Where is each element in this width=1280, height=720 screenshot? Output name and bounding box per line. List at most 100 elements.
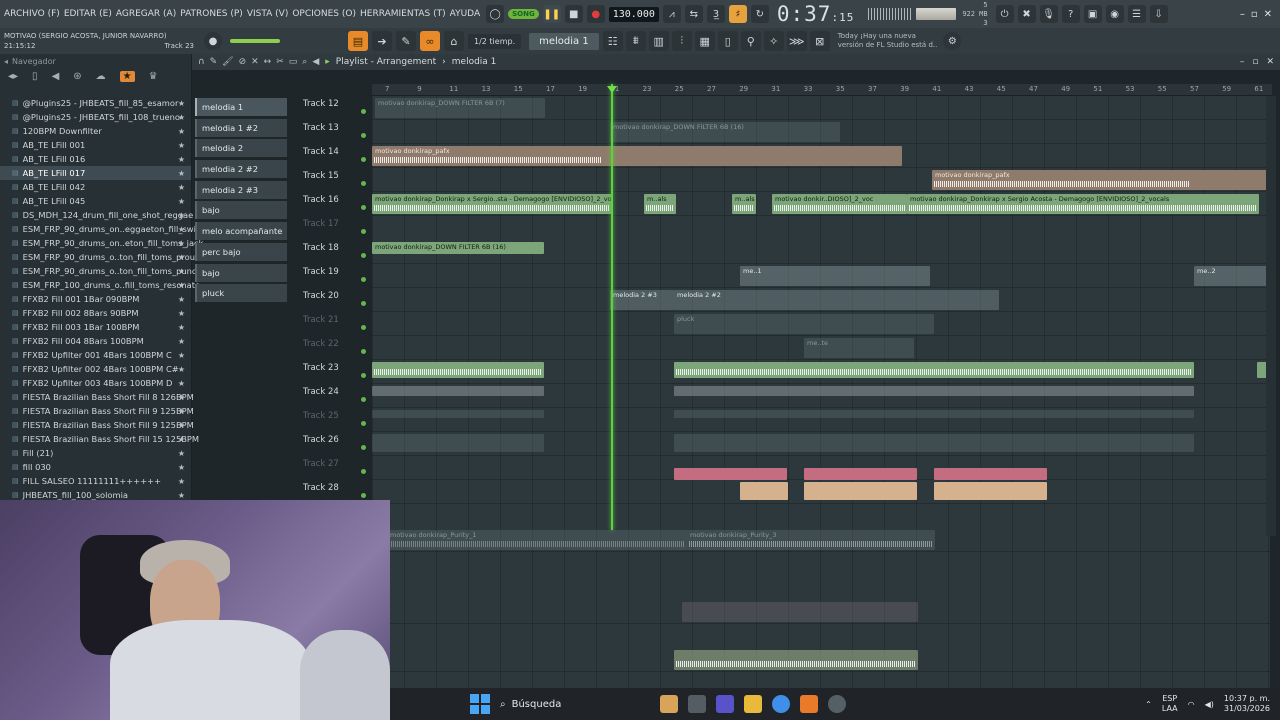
cloud-icon[interactable]: ☁ (96, 71, 106, 82)
channel-rack-icon[interactable]: ▥ (648, 31, 669, 51)
teams-icon[interactable] (716, 695, 734, 713)
camera-icon[interactable]: ◉ (1105, 5, 1124, 23)
task-view-icon[interactable] (688, 695, 706, 713)
pattern-picker-item[interactable]: melo acompañante (195, 222, 287, 241)
clip[interactable]: me..1 (740, 266, 930, 286)
track-enable-led[interactable] (361, 301, 366, 306)
track-header[interactable]: Track 18 (300, 240, 372, 264)
chrome-icon[interactable] (772, 695, 790, 713)
playhead[interactable] (611, 84, 613, 530)
power-icon[interactable]: ⏻ (995, 5, 1014, 23)
clip[interactable] (372, 410, 544, 418)
speaker-icon[interactable]: ◀ (52, 71, 60, 82)
browser-item[interactable]: ▤ @Plugins25 - JHBEATS_fill_108_trueno ★ (0, 110, 191, 124)
news-panel[interactable]: Today ¡Hay una nueva versión de FL Studi… (838, 32, 938, 50)
vertical-scrollbar[interactable] (1266, 96, 1276, 536)
track-enable-led[interactable] (361, 181, 366, 186)
arrow-icon[interactable]: ➔ (372, 31, 392, 51)
clip[interactable] (372, 434, 544, 452)
track-enable-led[interactable] (361, 445, 366, 450)
clip[interactable] (934, 482, 1047, 500)
track-header[interactable]: Track 26 (300, 432, 372, 456)
clip[interactable] (674, 468, 787, 480)
clip[interactable]: me..te (804, 338, 914, 358)
speaker-play-icon[interactable]: ◀ (312, 57, 319, 67)
pattern-selector[interactable]: melodia 1 (529, 32, 599, 50)
clip[interactable]: motivao donkirap_Donkirap x Sergio Acost… (907, 194, 1259, 214)
maximize-icon[interactable]: ▫ (1251, 9, 1258, 20)
track-enable-led[interactable] (361, 349, 366, 354)
track-header[interactable]: Track 15 (300, 168, 372, 192)
menu-patrones[interactable]: PATRONES (P) (180, 9, 243, 19)
metronome-icon[interactable]: ⩘ (662, 5, 681, 23)
menu-opciones[interactable]: OPCIONES (O) (292, 9, 356, 19)
mixer-icon[interactable]: ☷ (602, 31, 623, 51)
browser-item[interactable]: ▤ FIESTA Brazilian Bass Short Fill 9 125B… (0, 404, 194, 418)
browser-item[interactable]: ▤ AB_TE LFill 001 ★ (0, 138, 191, 152)
browser-item[interactable]: ▤ ESM_FRP_90_drums_on..eggaeton_fill_swin… (0, 222, 206, 236)
track-header[interactable]: Track 22 (300, 336, 372, 360)
track-enable-led[interactable] (361, 493, 366, 498)
clip[interactable] (804, 482, 917, 500)
minimize-icon[interactable]: – (1240, 9, 1245, 20)
star-icon[interactable]: ★ (178, 169, 185, 178)
browser-item[interactable]: ▤ FFXB2 Fill 001 1Bar 090BPM ★ (0, 292, 191, 306)
taskbar-search[interactable]: ⌕ Búsqueda (500, 699, 650, 710)
wifi-icon[interactable]: ◠ (1188, 700, 1195, 709)
clip[interactable]: melodia 2 #2 (674, 290, 999, 310)
stamp-icon[interactable]: ⌂ (444, 31, 464, 51)
star-icon[interactable]: ★ (178, 477, 185, 486)
track-header[interactable]: Track 25 (300, 408, 372, 432)
browser-item[interactable]: ▤ FFXB2 Fill 003 1Bar 100BPM ★ (0, 320, 191, 334)
song-mode-button[interactable]: SONG (508, 9, 539, 19)
menu-herramientas[interactable]: HERRAMIENTAS (T) (360, 9, 446, 19)
track-header[interactable]: Track 19 (300, 264, 372, 288)
clip[interactable] (934, 468, 1047, 480)
star-icon[interactable]: ★ (178, 141, 185, 150)
master-pitch-slider[interactable] (230, 39, 280, 43)
clip[interactable]: motivao donkirap_DOWN FILTER 6B (16) (372, 242, 544, 254)
volume-icon[interactable]: ◀) (1205, 700, 1214, 709)
delete-icon[interactable]: ⊘ (239, 57, 247, 67)
browser-item[interactable]: ▤ AB_TE LFill 017 ★ (0, 166, 191, 180)
menu-editar[interactable]: EDITAR (E) (64, 9, 112, 19)
star-icon[interactable]: ★ (178, 309, 185, 318)
browser-item[interactable]: ▤ ESM_FRP_100_drums_o..fill_toms_resonate… (0, 278, 200, 292)
clip[interactable] (674, 650, 918, 670)
star-icon[interactable]: ★ (178, 379, 185, 388)
countdown-icon[interactable]: 3̲ (706, 5, 725, 23)
draw-icon[interactable]: ✎ (210, 57, 218, 67)
windows-start-icon[interactable] (470, 694, 490, 714)
browser-item[interactable]: ▤ FFXB2 Upfilter 001 4Bars 100BPM C ★ (0, 348, 191, 362)
playhead-marker-icon[interactable] (607, 86, 617, 93)
record-icon[interactable]: ● (586, 5, 605, 23)
playlist-crumb[interactable]: melodia 1 (452, 57, 497, 67)
pattern-picker-item[interactable]: melodia 2 (195, 139, 287, 158)
pattern-picker-item[interactable]: melodia 2 #2 (195, 160, 287, 179)
pattern-picker-item[interactable]: pluck (195, 284, 287, 303)
piano-roll-icon[interactable]: ⩩ (625, 31, 646, 51)
pencil-icon[interactable]: ✎ (396, 31, 416, 51)
browser-item[interactable]: ▤ AB_TE LFill 045 ★ (0, 194, 191, 208)
star-icon[interactable]: ★ (178, 295, 185, 304)
paint-icon[interactable]: 🖌 (222, 57, 233, 67)
star-icon[interactable]: ★ (178, 421, 185, 430)
metronome-knob-icon[interactable]: ◯ (486, 5, 505, 23)
star-icon[interactable]: ★ (178, 253, 185, 262)
star-icon[interactable]: ★ (178, 183, 185, 192)
pattern-picker-item[interactable]: perc bajo (195, 242, 287, 261)
browser-item[interactable]: ▤ fill 030 ★ (0, 460, 191, 474)
step-edit-icon[interactable]: ♯ (728, 5, 747, 23)
star-icon[interactable]: ★ (178, 113, 185, 122)
star-icon[interactable]: ★ (178, 351, 185, 360)
star-icon[interactable]: ★ (178, 407, 185, 416)
slice-icon[interactable]: ✂ (276, 57, 284, 67)
settings-icon[interactable] (828, 695, 846, 713)
plug-icon[interactable]: ⚲ (740, 31, 761, 51)
track-enable-led[interactable] (361, 325, 366, 330)
chat-icon[interactable]: ☰ (1127, 5, 1146, 23)
browser-item[interactable]: ▤ ESM_FRP_90_drums_on..eton_fill_toms_jac… (0, 236, 203, 250)
download-icon[interactable]: ⇩ (1149, 5, 1168, 23)
menu-ayuda[interactable]: AYUDA (450, 9, 480, 19)
browser-item[interactable]: ▤ AB_TE LFill 016 ★ (0, 152, 191, 166)
